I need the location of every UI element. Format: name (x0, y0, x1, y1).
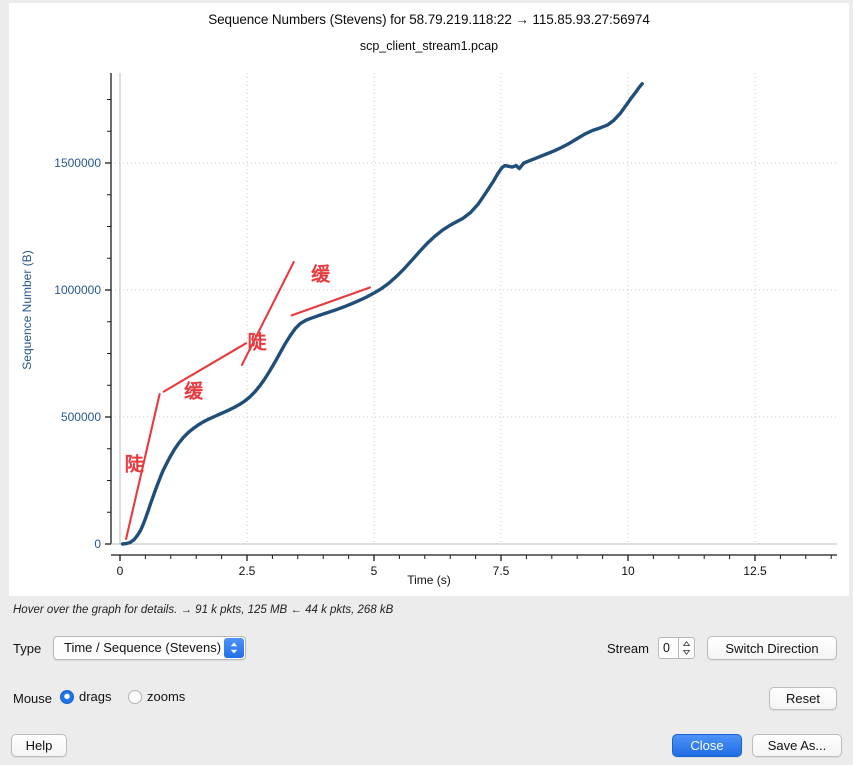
axis-lines (110, 73, 837, 556)
radio-drags-icon[interactable] (60, 689, 74, 704)
radio-mouse-drags[interactable]: drags (60, 689, 112, 704)
y-tick-label: 0 (94, 537, 101, 551)
graph-type-select[interactable]: Time / Sequence (Stevens) (53, 636, 246, 660)
grid-lines (111, 73, 837, 545)
status-hint: Hover over the graph for details. → 91 k… (13, 604, 394, 616)
graph-type-value: Time / Sequence (Stevens) (64, 640, 222, 655)
radio-zooms-icon[interactable] (128, 689, 142, 704)
help-button[interactable]: Help (11, 734, 67, 757)
tcp-stream-graphs-dialog: Sequence Numbers (Stevens) for 58.79.219… (0, 0, 853, 765)
radio-drags-label: drags (79, 689, 112, 704)
stepper-chevrons-icon (682, 640, 691, 656)
stream-label: Stream (607, 641, 649, 656)
chart-canvas[interactable] (9, 3, 849, 596)
axis-ticks (105, 99, 832, 561)
radio-zooms-label: zooms (147, 689, 186, 704)
updown-chevron-icon[interactable] (224, 638, 244, 658)
stream-stepper-arrows[interactable] (679, 637, 695, 659)
stream-stepper[interactable]: 0 (658, 637, 695, 659)
x-axis-title: Time (s) (407, 573, 451, 587)
type-label: Type (13, 641, 42, 656)
reset-button[interactable]: Reset (769, 687, 837, 710)
chart-panel[interactable]: Sequence Numbers (Stevens) for 58.79.219… (9, 3, 849, 596)
y-tick-label: 1500000 (54, 156, 101, 170)
chart-annotation-label: 陡 (124, 453, 144, 476)
y-axis-title: Sequence Number (B) (20, 250, 34, 370)
chart-annotation-label: 缓 (311, 263, 331, 286)
switch-direction-button[interactable]: Switch Direction (707, 636, 837, 660)
data-series (120, 82, 644, 546)
chart-annotation-label: 缓 (184, 380, 204, 403)
stream-number-input[interactable]: 0 (658, 637, 679, 659)
mouse-label: Mouse (13, 691, 53, 706)
radio-mouse-zooms[interactable]: zooms (128, 689, 185, 704)
close-button[interactable]: Close (672, 734, 742, 757)
y-tick-label: 500000 (60, 410, 101, 424)
chart-annotation-label: 陡 (247, 331, 267, 354)
save-as-button[interactable]: Save As... (752, 734, 842, 757)
